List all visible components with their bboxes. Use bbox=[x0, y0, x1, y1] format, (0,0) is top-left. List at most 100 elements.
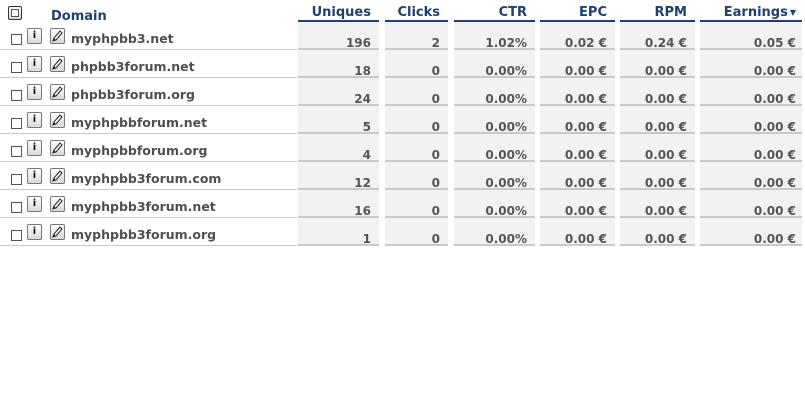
uniques-value: 18 bbox=[354, 64, 371, 78]
pencil-icon[interactable] bbox=[50, 56, 65, 72]
clicks-value: 0 bbox=[431, 148, 440, 162]
clicks-value: 0 bbox=[431, 120, 440, 134]
domain-cell: i myphpbb3.net bbox=[0, 22, 297, 50]
epc-cell: 0.00 € bbox=[540, 78, 615, 106]
domain-name: myphpbbforum.org bbox=[71, 143, 208, 158]
rpm-cell: 0.00 € bbox=[620, 78, 695, 106]
ctr-value: 0.00% bbox=[485, 204, 527, 218]
earnings-cell: 0.00 € bbox=[700, 78, 802, 106]
rpm-header-label: RPM bbox=[654, 5, 687, 20]
epc-header-label: EPC bbox=[579, 5, 607, 20]
row-checkbox[interactable] bbox=[11, 34, 22, 45]
ctr-cell: 0.00% bbox=[454, 50, 535, 78]
earnings-column-header[interactable]: Earnings ▼ bbox=[700, 0, 802, 22]
row-checkbox[interactable] bbox=[11, 118, 22, 129]
epc-value: 0.02 € bbox=[564, 36, 607, 50]
domain-cell: i myphpbb3forum.com bbox=[0, 162, 297, 190]
table-row: i myphpbbforum.net 5 0 0.00% 0.00 € 0.00… bbox=[0, 106, 805, 134]
ctr-header-label: CTR bbox=[498, 5, 527, 20]
rpm-cell: 0.00 € bbox=[620, 162, 695, 190]
clicks-cell: 2 bbox=[385, 22, 448, 50]
earnings-cell: 0.00 € bbox=[700, 190, 802, 218]
pencil-icon[interactable] bbox=[50, 84, 65, 100]
rpm-value: 0.00 € bbox=[644, 64, 687, 78]
rpm-cell: 0.00 € bbox=[620, 106, 695, 134]
earnings-value: 0.00 € bbox=[753, 64, 796, 78]
uniques-cell: 16 bbox=[298, 190, 379, 218]
clicks-cell: 0 bbox=[385, 134, 448, 162]
rpm-column-header[interactable]: RPM bbox=[620, 0, 695, 22]
row-checkbox[interactable] bbox=[11, 202, 22, 213]
pencil-icon[interactable] bbox=[50, 168, 65, 184]
info-icon[interactable]: i bbox=[27, 84, 42, 100]
uniques-cell: 18 bbox=[298, 50, 379, 78]
ctr-column-header[interactable]: CTR bbox=[454, 0, 535, 22]
checkbox-inner bbox=[11, 9, 19, 17]
earnings-cell: 0.00 € bbox=[700, 50, 802, 78]
epc-cell: 0.00 € bbox=[540, 134, 615, 162]
domain-name: myphpbbforum.net bbox=[71, 115, 208, 130]
info-icon[interactable]: i bbox=[27, 168, 42, 184]
info-icon[interactable]: i bbox=[27, 224, 42, 240]
clicks-column-header[interactable]: Clicks bbox=[385, 0, 448, 22]
select-all-checkbox[interactable] bbox=[8, 6, 22, 20]
row-checkbox[interactable] bbox=[11, 230, 22, 241]
table-row: i myphpbb3forum.org 1 0 0.00% 0.00 € 0.0… bbox=[0, 218, 805, 246]
info-icon[interactable]: i bbox=[27, 56, 42, 72]
info-icon[interactable]: i bbox=[27, 140, 42, 156]
domain-cell: i myphpbb3forum.org bbox=[0, 218, 297, 246]
earnings-cell: 0.00 € bbox=[700, 106, 802, 134]
clicks-cell: 0 bbox=[385, 50, 448, 78]
earnings-value: 0.05 € bbox=[753, 36, 796, 50]
uniques-cell: 4 bbox=[298, 134, 379, 162]
rpm-value: 0.00 € bbox=[644, 120, 687, 134]
earnings-value: 0.00 € bbox=[753, 232, 796, 246]
clicks-cell: 0 bbox=[385, 218, 448, 246]
pencil-icon[interactable] bbox=[50, 224, 65, 240]
uniques-value: 12 bbox=[354, 176, 371, 190]
earnings-cell: 0.00 € bbox=[700, 218, 802, 246]
row-checkbox[interactable] bbox=[11, 174, 22, 185]
domain-cell: i myphpbb3forum.net bbox=[0, 190, 297, 218]
table-header: Domain Uniques Clicks CTR EPC RPM Earnin… bbox=[0, 0, 805, 24]
clicks-header-label: Clicks bbox=[397, 5, 440, 20]
info-icon[interactable]: i bbox=[27, 196, 42, 212]
pencil-icon[interactable] bbox=[50, 196, 65, 212]
uniques-cell: 196 bbox=[298, 22, 379, 50]
uniques-value: 4 bbox=[362, 148, 371, 162]
uniques-value: 24 bbox=[354, 92, 371, 106]
earnings-header-label: Earnings bbox=[723, 5, 788, 20]
header-select-all bbox=[8, 0, 24, 22]
sort-desc-icon: ▼ bbox=[789, 8, 796, 17]
earnings-value: 0.00 € bbox=[753, 148, 796, 162]
epc-value: 0.00 € bbox=[564, 232, 607, 246]
uniques-cell: 5 bbox=[298, 106, 379, 134]
domain-column-header[interactable]: Domain bbox=[47, 0, 297, 24]
epc-value: 0.00 € bbox=[564, 176, 607, 190]
clicks-value: 0 bbox=[431, 64, 440, 78]
table-row: i phpbb3forum.net 18 0 0.00% 0.00 € 0.00… bbox=[0, 50, 805, 78]
info-icon[interactable]: i bbox=[27, 112, 42, 128]
ctr-cell: 1.02% bbox=[454, 22, 535, 50]
pencil-icon[interactable] bbox=[50, 112, 65, 128]
earnings-value: 0.00 € bbox=[753, 176, 796, 190]
row-checkbox[interactable] bbox=[11, 146, 22, 157]
epc-column-header[interactable]: EPC bbox=[540, 0, 615, 22]
domain-cell: i myphpbbforum.org bbox=[0, 134, 297, 162]
domain-cell: i phpbb3forum.net bbox=[0, 50, 297, 78]
earnings-value: 0.00 € bbox=[753, 204, 796, 218]
table-row: i myphpbb3forum.com 12 0 0.00% 0.00 € 0.… bbox=[0, 162, 805, 190]
pencil-icon[interactable] bbox=[50, 140, 65, 156]
pencil-icon[interactable] bbox=[50, 28, 65, 44]
clicks-cell: 0 bbox=[385, 78, 448, 106]
rpm-cell: 0.00 € bbox=[620, 134, 695, 162]
epc-value: 0.00 € bbox=[564, 64, 607, 78]
info-icon[interactable]: i bbox=[27, 28, 42, 44]
clicks-value: 0 bbox=[431, 176, 440, 190]
ctr-value: 0.00% bbox=[485, 92, 527, 106]
row-checkbox[interactable] bbox=[11, 90, 22, 101]
row-checkbox[interactable] bbox=[11, 62, 22, 73]
table-row: i myphpbb3forum.net 16 0 0.00% 0.00 € 0.… bbox=[0, 190, 805, 218]
uniques-column-header[interactable]: Uniques bbox=[298, 0, 379, 22]
ctr-cell: 0.00% bbox=[454, 134, 535, 162]
